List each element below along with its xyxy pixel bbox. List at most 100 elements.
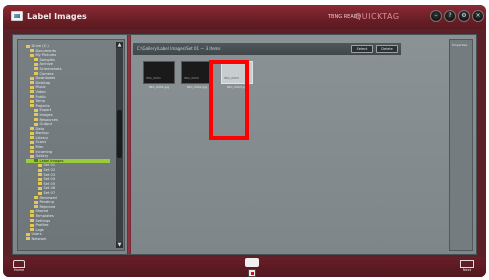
tree-item-label: Scans <box>35 140 47 145</box>
folder-icon <box>30 219 34 223</box>
folder-icon <box>34 200 38 204</box>
folder-icon <box>26 237 30 241</box>
home-button[interactable]: Home <box>11 260 27 274</box>
brand-logo: QUICKTAG <box>355 12 400 21</box>
tree-item-label: Incoming <box>35 149 53 154</box>
tree-item-label: Users <box>31 232 42 237</box>
tree-scrollbar[interactable]: ▲ ▼ <box>116 42 123 248</box>
folder-tree: Drive (C:) Documents My Pictures Samples Arc… <box>26 44 110 242</box>
folder-icon <box>26 232 30 236</box>
tree-item[interactable]: Network <box>26 237 110 242</box>
home-icon <box>13 260 25 268</box>
tree-item-label: Drive (C:) <box>31 44 49 48</box>
folder-icon <box>34 113 38 117</box>
tree-item-label: Logs <box>35 227 44 232</box>
folder-icon <box>30 127 34 131</box>
folder-icon <box>34 159 38 163</box>
minimize-button[interactable]: – <box>430 10 442 22</box>
folder-icon <box>26 44 30 48</box>
tree-item-label: Screenshots <box>39 66 62 71</box>
tree-item-label: Output <box>39 122 52 127</box>
current-path: C:\Gallery\Label Images\Set 01 — 3 items <box>137 46 221 51</box>
selection-highlight <box>209 60 249 140</box>
tree-item-label: Set 01 <box>43 163 56 168</box>
help-button[interactable]: ? <box>444 10 456 22</box>
folder-icon <box>38 186 42 190</box>
folder-icon <box>34 205 38 209</box>
tree-item-label: Public <box>35 94 47 99</box>
tree-item-label: Library <box>35 135 49 140</box>
tree-item-label: Settings <box>35 218 51 223</box>
scroll-down-arrow-icon[interactable]: ▼ <box>116 242 123 248</box>
close-button[interactable]: × <box>472 10 484 22</box>
tree-item-label: Misc <box>35 145 44 150</box>
tree-item-label: Reviewed <box>39 195 57 200</box>
tree-item-label: Archive <box>39 62 53 67</box>
title-bar: Label Images TBNG READY QUICKTAG –? ⚙ × <box>3 5 486 29</box>
tree-item-label: Backup <box>35 131 49 136</box>
bottom-bar: Home Next <box>3 257 486 277</box>
settings-button[interactable]: ⚙ <box>458 10 470 22</box>
folder-icon <box>34 72 38 76</box>
tree-item-label: Documents <box>35 48 57 53</box>
tree-item-label: Downloads <box>35 76 56 81</box>
folder-icon <box>38 177 42 181</box>
scroll-up-arrow-icon[interactable]: ▲ <box>116 42 123 48</box>
thumbnail-image[interactable]: IMG_0001 <box>143 61 175 84</box>
delete-button[interactable]: Delete <box>376 45 398 53</box>
folder-icon <box>30 81 34 85</box>
scroll-thumb[interactable] <box>117 110 122 158</box>
tree-item-label: Set 03 <box>43 172 56 177</box>
folder-icon <box>30 90 34 94</box>
folder-icon <box>30 95 34 99</box>
folder-icon <box>30 76 34 80</box>
folder-icon <box>30 136 34 140</box>
capture-button[interactable] <box>240 258 264 277</box>
folder-icon <box>30 53 34 57</box>
folder-icon <box>34 122 38 126</box>
folder-icon <box>30 85 34 89</box>
folder-icon <box>30 104 34 108</box>
folder-tree-panel: Drive (C:) Documents My Pictures Samples Arc… <box>17 39 125 251</box>
tree-item-label: Set 06 <box>43 186 56 191</box>
tree-item-label: Data <box>35 126 45 131</box>
image-file-icon <box>248 269 256 277</box>
app-image-icon <box>11 11 23 21</box>
next-icon <box>460 260 474 268</box>
folder-icon <box>34 62 38 66</box>
tree-item-label: Profiles <box>35 223 49 228</box>
folder-icon <box>38 191 42 195</box>
tree-item-label: My Pictures <box>35 53 57 58</box>
tree-item-label: Network <box>31 236 47 241</box>
tree-item-label: Set 02 <box>43 168 56 173</box>
tree-item-label: Shared <box>35 209 49 214</box>
thumbnail-card[interactable]: IMG_0001 IMG_0001.jpg <box>143 61 175 95</box>
folder-icon <box>34 58 38 62</box>
tree-item-label: Video <box>35 89 46 94</box>
folder-icon <box>30 145 34 149</box>
content-header: C:\Gallery\Label Images\Set 01 — 3 items… <box>133 43 401 55</box>
folder-icon <box>38 182 42 186</box>
properties-panel: Properties <box>449 39 473 251</box>
next-button[interactable]: Next <box>455 260 479 274</box>
select-button[interactable]: Select <box>351 45 373 53</box>
folder-icon <box>30 49 34 53</box>
tree-item-label: Templates <box>35 213 54 218</box>
tree-item-label: Rejected <box>39 204 56 209</box>
folder-icon <box>30 99 34 103</box>
tree-item-label: Set 05 <box>43 181 56 186</box>
tree-item-label: Projects <box>35 103 50 108</box>
app-window: Label Images TBNG READY QUICKTAG –? ⚙ × Dr… <box>3 5 486 277</box>
window-controls: –? ⚙ × <box>430 10 484 24</box>
folder-icon <box>30 131 34 135</box>
home-label: Home <box>13 268 25 272</box>
folder-icon <box>34 67 38 71</box>
folder-icon <box>30 228 34 232</box>
panel-divider[interactable] <box>127 35 131 254</box>
folder-icon <box>30 209 34 213</box>
next-label: Next <box>462 268 472 272</box>
folder-icon <box>34 196 38 200</box>
folder-icon <box>38 173 42 177</box>
tree-item-label: Desktop <box>35 80 51 85</box>
tree-item-label: Temp <box>35 99 46 104</box>
